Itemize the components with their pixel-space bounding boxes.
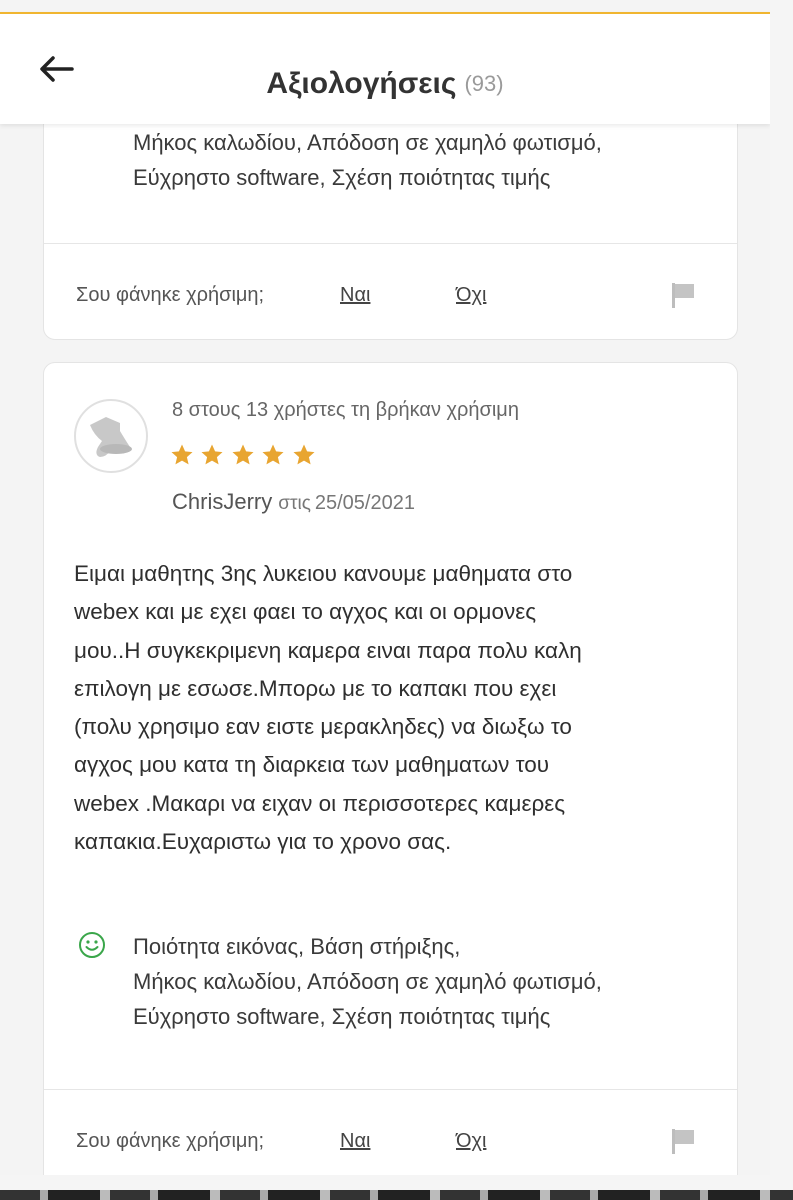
review-count: 93 xyxy=(464,71,503,96)
star-icon xyxy=(262,444,284,465)
review-line: Ειμαι μαθητης 3ης λυκειου κανουμε μαθημα… xyxy=(74,561,573,586)
star-icon xyxy=(201,444,223,465)
attribute-line: Ποιότητα εικόνας, Βάση στήριξης, xyxy=(133,934,461,959)
flag-icon[interactable] xyxy=(669,281,697,309)
attribute-line: Εύχρηστο software, Σχέση ποιότητας τιμής xyxy=(133,165,551,190)
star-icon xyxy=(232,444,254,465)
page-title: Αξιολογήσεις xyxy=(266,67,457,100)
divider xyxy=(44,1089,737,1090)
review-line: επιλογη με εσωσε.Μπορω με το καπακι που … xyxy=(74,675,557,701)
author-name: ChrisJerry xyxy=(172,489,273,514)
helpful-question: Σου φάνηκε χρήσιμη; xyxy=(76,284,265,306)
divider xyxy=(44,243,737,244)
review-line: αγχος μου κατα τη διαρκεια των μαθηματων… xyxy=(74,752,550,778)
helpful-count: 8 στους 13 χρήστες τη βρήκαν χρήσιμη xyxy=(172,399,519,421)
bottom-edge-strip xyxy=(0,1190,793,1200)
helpful-question: Σου φάνηκε χρήσιμη; xyxy=(76,1130,265,1152)
review-attributes: Ποιότητα εικόνας, Βάση στήριξης, Μήκος κ… xyxy=(133,929,733,1034)
attribute-line: Μήκος καλωδίου, Απόδοση σε χαμηλό φωτισμ… xyxy=(133,130,602,155)
author-line: ChrisJerry στις 25/05/2021 xyxy=(172,489,415,515)
star-rating xyxy=(170,443,318,469)
review-body: Ειμαι μαθητης 3ης λυκειου κανουμε μαθημα… xyxy=(74,555,724,861)
helpful-no-link[interactable]: Όχι xyxy=(456,280,486,310)
top-hat-avatar-icon xyxy=(74,399,148,473)
star-icon xyxy=(171,444,193,465)
review-line: (πολυ χρησιμο εαν ειστε μερακληδες) να δ… xyxy=(74,714,572,740)
review-attributes: Μήκος καλωδίου, Απόδοση σε χαμηλό φωτισμ… xyxy=(133,125,733,195)
top-bar: Αξιολογήσεις 93 xyxy=(0,12,770,124)
review-line: καπακια.Ευχαριστω για το χρονο σας. xyxy=(74,829,452,855)
review-card: 8 στους 13 χρήστες τη βρήκαν χρήσιμη Chr… xyxy=(43,362,738,1175)
star-icon xyxy=(293,444,315,465)
review-date: 25/05/2021 xyxy=(314,492,415,514)
review-line: μου..Η συγκεκριμενη καμερα ειναι παρα πο… xyxy=(74,637,582,663)
flag-icon[interactable] xyxy=(669,1127,697,1155)
date-prefix: στις xyxy=(278,493,311,514)
helpful-no-link[interactable]: Όχι xyxy=(456,1126,486,1156)
helpful-row: Σου φάνηκε χρήσιμη; Ναι Όχι xyxy=(76,280,697,310)
review-line: webex και με εχει φαει το αγχος και οι ο… xyxy=(74,599,537,625)
smiley-icon xyxy=(78,931,106,959)
page-title-wrap: Αξιολογήσεις 93 xyxy=(0,64,770,104)
helpful-row: Σου φάνηκε χρήσιμη; Ναι Όχι xyxy=(76,1126,697,1156)
review-line: webex .Μακαρι να ειχαν οι περισσοτερες κ… xyxy=(74,790,566,816)
attribute-line: Εύχρηστο software, Σχέση ποιότητας τιμής xyxy=(133,1004,551,1029)
attribute-line: Μήκος καλωδίου, Απόδοση σε χαμηλό φωτισμ… xyxy=(133,969,602,994)
helpful-yes-link[interactable]: Ναι xyxy=(340,1126,370,1156)
reviews-screen: Μήκος καλωδίου, Απόδοση σε χαμηλό φωτισμ… xyxy=(0,0,770,1175)
helpful-yes-link[interactable]: Ναι xyxy=(340,280,370,310)
